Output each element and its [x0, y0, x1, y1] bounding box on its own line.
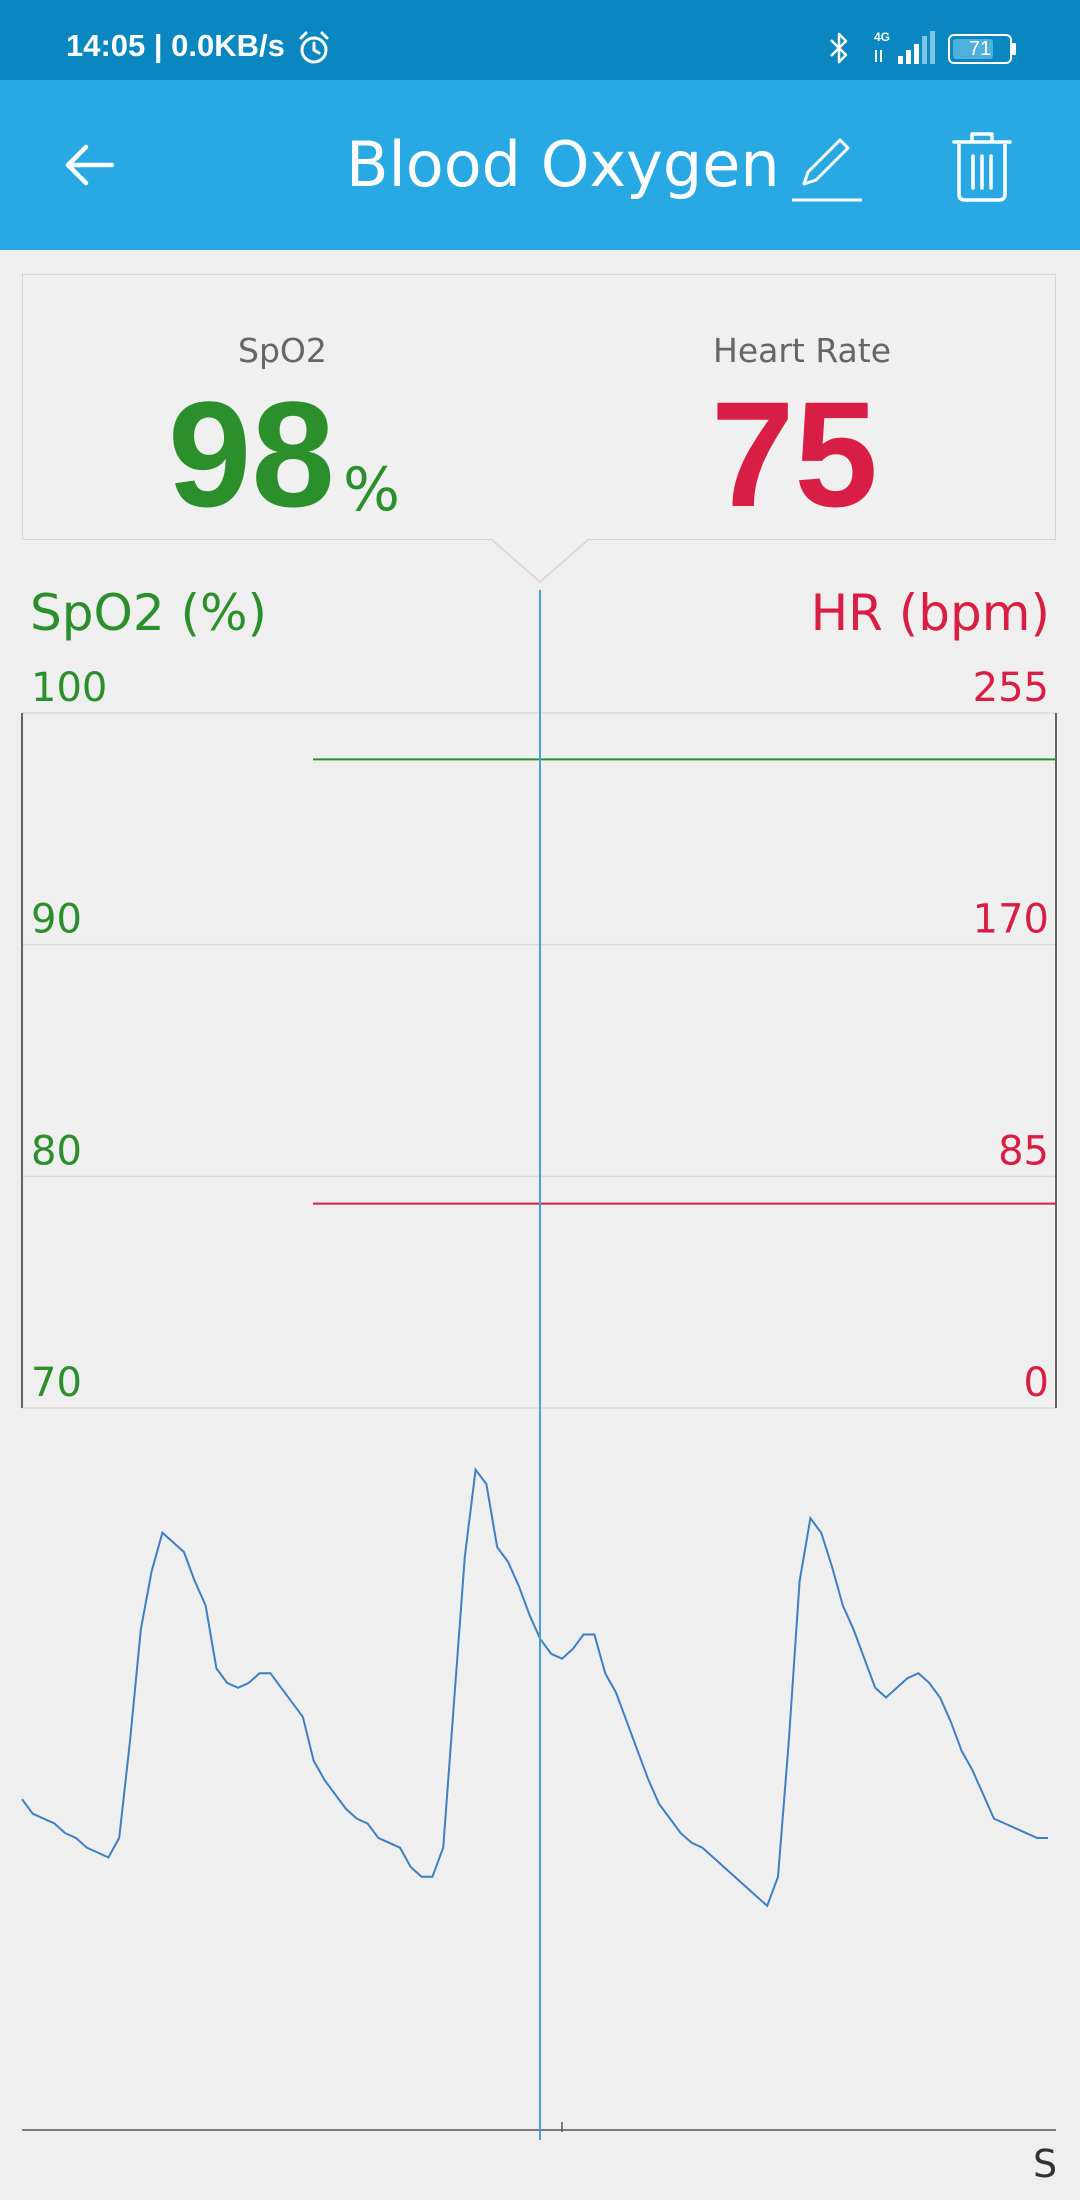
- status-time: 14:05 | 0.0KB/s: [66, 28, 285, 63]
- battery-icon: 71: [948, 34, 1016, 64]
- edit-icon[interactable]: [790, 130, 864, 204]
- time-axis-unit: S: [1033, 2142, 1058, 2186]
- oxygen-chart: SpO2 (%) HR (bpm) 100 255 90 170 80 85 70 0: [21, 584, 1057, 2140]
- battery-level: 71: [968, 38, 992, 60]
- spo2-value: 98: [168, 370, 335, 538]
- bluetooth-icon: [830, 32, 848, 64]
- left-tick-label: 100: [31, 665, 107, 711]
- signal-icon: 4G: [874, 30, 935, 64]
- page-title: Blood Oxygen: [346, 128, 780, 201]
- right-axis-label: HR (bpm): [811, 584, 1050, 642]
- right-tick-label: 170: [973, 897, 1049, 943]
- spo2-label: SpO2: [238, 331, 327, 370]
- spo2-unit: %: [343, 455, 401, 525]
- right-tick-label: 255: [973, 665, 1049, 711]
- network-label: 4G: [874, 30, 890, 44]
- app-bar: Blood Oxygen: [0, 80, 1080, 250]
- level-lines: [313, 758, 1056, 1205]
- right-tick-label: 85: [998, 1128, 1049, 1174]
- waveform-line: [21, 1467, 1048, 1908]
- right-tick-label: 0: [1024, 1360, 1049, 1406]
- left-tick-label: 90: [31, 897, 82, 943]
- left-tick-label: 70: [31, 1360, 82, 1406]
- status-bar: 14:05 | 0.0KB/s 4G 71: [0, 0, 1080, 80]
- heart-rate-label: Heart Rate: [713, 331, 892, 370]
- left-tick-label: 80: [31, 1128, 82, 1174]
- delete-icon[interactable]: [950, 128, 1014, 204]
- readout-card: SpO2 98 % Heart Rate 75: [22, 274, 1056, 540]
- alarm-icon: [299, 31, 329, 64]
- heart-rate-value: 75: [711, 370, 878, 538]
- left-axis-label: SpO2 (%): [30, 584, 267, 642]
- back-arrow-icon[interactable]: [60, 135, 120, 195]
- waveform: [21, 1467, 1048, 1908]
